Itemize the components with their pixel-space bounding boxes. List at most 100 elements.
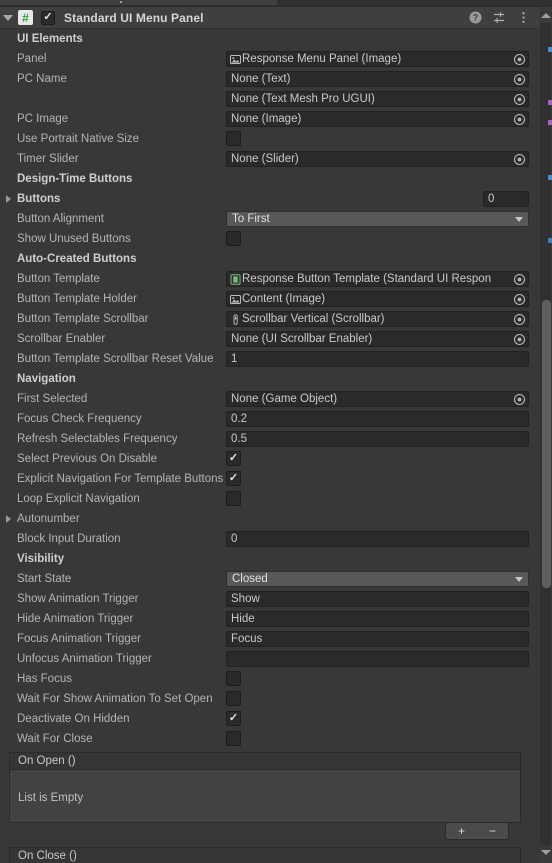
inspector-row: Focus Animation Trigger Focus (0, 629, 539, 649)
foldout-arrow-icon[interactable] (6, 515, 11, 523)
object-field[interactable]: Response Button Template (Standard UI Re… (226, 271, 529, 287)
field-label: Panel (17, 53, 47, 65)
chevron-down-icon (515, 216, 523, 222)
component-header-actions: ? (468, 11, 539, 25)
image-icon (229, 53, 241, 65)
inspector-rows: UI Elements Panel Response Menu Panel (Ima… (0, 29, 539, 863)
inspector-row: First Selected None (Game Object) (0, 389, 539, 409)
scrollbar-thumb[interactable] (542, 300, 551, 588)
unity-event-footer: + − (9, 822, 521, 843)
dropdown-field[interactable]: Closed (226, 571, 529, 587)
checkbox-field[interactable] (226, 231, 241, 246)
field-label: Wait For Show Animation To Set Open (17, 693, 213, 705)
object-picker-icon[interactable] (511, 112, 528, 126)
text-field[interactable] (226, 651, 529, 667)
inspector-row: Hide Animation Trigger Hide (0, 609, 539, 629)
object-picker-icon[interactable] (511, 292, 528, 306)
inspector-row: Visibility (0, 549, 539, 569)
object-picker-icon[interactable] (511, 312, 528, 326)
text-field[interactable]: Show (226, 591, 529, 607)
scroll-down-arrow[interactable] (539, 846, 552, 859)
inspector-scrollbar[interactable] (539, 7, 552, 863)
section-header-label: Navigation (17, 373, 76, 385)
text-field[interactable]: 0.2 (226, 411, 529, 427)
checkbox-field[interactable] (226, 671, 241, 686)
component-enabled-checkbox[interactable]: ✓ (41, 10, 55, 25)
inspector-row: UI Elements (0, 29, 539, 49)
text-field[interactable]: 1 (226, 351, 529, 367)
inspector-row: PC Name None (Text) (0, 69, 539, 89)
checkmark-icon: ✓ (228, 452, 239, 464)
object-field[interactable]: Content (Image) (226, 291, 529, 307)
field-label: Show Unused Buttons (17, 233, 131, 245)
inspector-row: Explicit Navigation For Template Buttons… (0, 469, 539, 489)
object-field[interactable]: None (Slider) (226, 151, 529, 167)
component-header[interactable]: # ✓ Standard UI Menu Panel ? (0, 7, 539, 29)
scroll-up-arrow[interactable] (539, 9, 552, 22)
object-field[interactable]: None (Text) (226, 71, 529, 87)
inspector-row: Button Template Holder Content (Image) (0, 289, 539, 309)
inspector-row: Unfocus Animation Trigger (0, 649, 539, 669)
unity-event-header[interactable]: On Close () (9, 847, 521, 863)
foldout-arrow-icon[interactable] (6, 195, 11, 203)
scrollbar-track[interactable] (540, 23, 551, 845)
field-label: Hide Animation Trigger (17, 613, 134, 625)
field-label: Block Input Duration (17, 533, 121, 545)
field-label: Button Template Scrollbar Reset Value (17, 353, 214, 365)
object-picker-icon[interactable] (511, 272, 528, 286)
object-field[interactable]: Scrollbar Vertical (Scrollbar) (226, 311, 529, 327)
text-field[interactable]: 0 (226, 531, 529, 547)
checkmark-icon: ✓ (228, 712, 239, 724)
checkbox-field[interactable] (226, 131, 241, 146)
unity-event-body: List is Empty (9, 769, 521, 823)
field-label: Autonumber (17, 513, 80, 525)
dropdown-value: To First (232, 213, 270, 225)
checkbox-field[interactable]: ✓ (226, 471, 241, 486)
object-field[interactable]: None (Image) (226, 111, 529, 127)
object-picker-icon[interactable] (511, 72, 528, 86)
checkbox-field[interactable]: ✓ (226, 451, 241, 466)
text-field[interactable]: 0.5 (226, 431, 529, 447)
array-size-field[interactable]: 0 (483, 191, 529, 207)
component-foldout-toggle[interactable] (0, 7, 16, 29)
section-header-label: Design-Time Buttons (17, 173, 133, 185)
object-picker-icon[interactable] (511, 392, 528, 406)
field-label: Start State (17, 573, 72, 585)
field-label: Deactivate On Hidden (17, 713, 130, 725)
field-label: Select Previous On Disable (17, 453, 157, 465)
inspector-row: Show Unused Buttons (0, 229, 539, 249)
inspector-row: Loop Explicit Navigation (0, 489, 539, 509)
inspector-row: Select Previous On Disable ✓ (0, 449, 539, 469)
help-icon[interactable]: ? (468, 11, 482, 25)
checkbox-field[interactable] (226, 491, 241, 506)
checkbox-field[interactable]: ✓ (226, 711, 241, 726)
unity-event-block: On Open () List is Empty + − (9, 752, 521, 843)
preset-icon[interactable] (492, 11, 506, 25)
add-listener-button[interactable]: + (446, 823, 477, 839)
checkbox-field[interactable] (226, 691, 241, 706)
object-picker-icon[interactable] (511, 332, 528, 346)
object-picker-icon[interactable] (511, 152, 528, 166)
inspector-row: PC Image None (Image) (0, 109, 539, 129)
object-field[interactable]: Response Menu Panel (Image) (226, 51, 529, 67)
field-label: First Selected (17, 393, 88, 405)
dropdown-field[interactable]: To First (226, 211, 529, 227)
object-picker-icon[interactable] (511, 92, 528, 106)
inspector-row: Wait For Close (0, 729, 539, 749)
object-field[interactable]: None (UI Scrollbar Enabler) (226, 331, 529, 347)
chevron-down-icon (3, 14, 13, 21)
object-field-value: None (UI Scrollbar Enabler) (231, 333, 373, 345)
unity-event-header[interactable]: On Open () (9, 752, 521, 769)
more-menu-icon[interactable] (516, 11, 530, 25)
checkbox-field[interactable] (226, 731, 241, 746)
unity-event-buttons: + − (445, 822, 509, 840)
object-picker-icon[interactable] (511, 52, 528, 66)
field-label: Focus Animation Trigger (17, 633, 142, 645)
prefab-icon (229, 273, 241, 285)
field-label: Use Portrait Native Size (17, 133, 140, 145)
text-field[interactable]: Focus (226, 631, 529, 647)
object-field[interactable]: None (Game Object) (226, 391, 529, 407)
text-field[interactable]: Hide (226, 611, 529, 627)
remove-listener-button[interactable]: − (477, 823, 508, 839)
object-field[interactable]: None (Text Mesh Pro UGUI) (226, 91, 529, 107)
